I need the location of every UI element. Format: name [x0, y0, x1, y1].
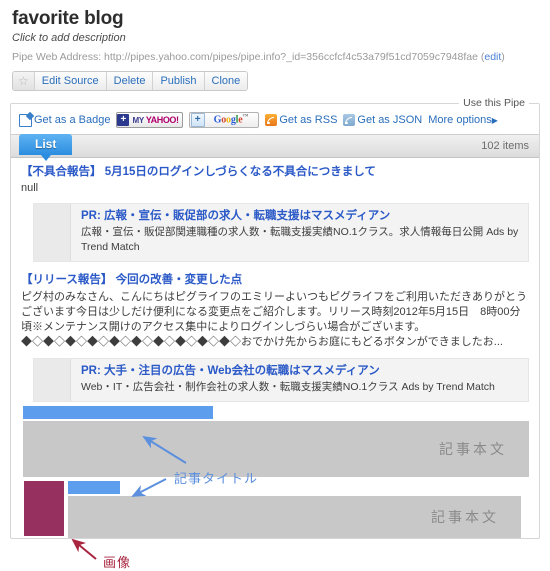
- use-this-pipe-panel: Use this Pipe Get as a Badge + MY YAHOO!…: [10, 103, 540, 539]
- placeholder-article-image: [24, 481, 64, 536]
- more-options-label: More options: [428, 114, 492, 126]
- plus-icon: +: [191, 113, 205, 127]
- layout-sample-2-right: 記事本文: [68, 481, 539, 538]
- feed-list: 【不具合報告】 5月15日のログインしづらくなる不具合につきまして null P…: [11, 158, 539, 538]
- ad-description: 広報・宣伝・販促部関連職種の求人数・転職支援実績NO.1クラス。求人情報毎日公開…: [81, 225, 522, 255]
- add-to-google-button[interactable]: + Google™: [189, 112, 260, 128]
- get-as-json-button[interactable]: Get as JSON: [343, 114, 422, 126]
- get-as-json-label: Get as JSON: [357, 114, 422, 126]
- ad-row[interactable]: PR: 大手・注目の広告・Web会社の転職はマスメディアン Web・IT・広告会…: [33, 358, 529, 402]
- page-title: favorite blog: [12, 8, 550, 30]
- tab-strip: List 102 items: [11, 134, 539, 158]
- trademark-icon: ™: [243, 114, 249, 120]
- placeholder-article-title-2: [68, 481, 120, 494]
- get-as-rss-label: Get as RSS: [279, 114, 337, 126]
- pipe-action-toolbar: ☆ Edit Source Delete Publish Clone: [12, 71, 248, 91]
- callout-article-title-label: 記事タイトル: [174, 468, 258, 487]
- publish-button[interactable]: Publish: [153, 72, 204, 90]
- placeholder-article-title-1: [23, 406, 213, 419]
- delete-button[interactable]: Delete: [107, 72, 154, 90]
- placeholder-article-body-1: 記事本文: [23, 421, 529, 477]
- feed-item-title[interactable]: 【リリース報告】 今回の改善・変更した点: [21, 273, 529, 288]
- more-options-button[interactable]: More options▶: [428, 114, 498, 126]
- my-yahoo-my-label: MY: [132, 116, 143, 125]
- get-as-rss-button[interactable]: Get as RSS: [265, 114, 337, 126]
- badge-icon: [19, 114, 32, 127]
- ad-thumbnail-placeholder: [34, 359, 71, 401]
- feed-item-title[interactable]: 【不具合報告】 5月15日のログインしづらくなる不具合につきまして: [21, 165, 529, 180]
- article-body-label-1: 記事本文: [439, 439, 529, 459]
- ad-text-block: PR: 広報・宣伝・販促部の求人・転職支援はマスメディアン 広報・宣伝・販促部関…: [71, 204, 528, 261]
- pipe-web-address: Pipe Web Address: http://pipes.yahoo.com…: [12, 51, 550, 64]
- article-body-label-2: 記事本文: [431, 507, 521, 527]
- list-item[interactable]: 【リリース報告】 今回の改善・変更した点 ピグ村のみなさん、こんにちはピグライフ…: [11, 266, 539, 354]
- pipe-description[interactable]: Click to add description: [12, 32, 550, 45]
- edit-source-button[interactable]: Edit Source: [35, 72, 107, 90]
- ad-title[interactable]: PR: 大手・注目の広告・Web会社の転職はマスメディアン: [81, 364, 495, 379]
- output-format-row: Get as a Badge + MY YAHOO! + Google™ Get…: [11, 111, 539, 134]
- clone-button[interactable]: Clone: [205, 72, 248, 90]
- ad-description: Web・IT・広告会社・制作会社の求人数・転職支援実績NO.1クラス Ads b…: [81, 380, 495, 395]
- list-item[interactable]: 【不具合報告】 5月15日のログインしづらくなる不具合につきまして null: [11, 158, 539, 199]
- plus-icon: +: [117, 114, 129, 126]
- ad-thumbnail-placeholder: [34, 204, 71, 261]
- json-feed-icon: [343, 114, 355, 126]
- get-as-badge-label: Get as a Badge: [34, 114, 110, 126]
- add-to-my-yahoo-button[interactable]: + MY YAHOO!: [116, 112, 182, 128]
- paren-close: ): [501, 51, 505, 63]
- edit-address-link[interactable]: edit: [484, 51, 501, 63]
- layout-sample-2: 記事本文: [11, 481, 539, 538]
- placeholder-article-body-2: 記事本文: [68, 496, 521, 538]
- layout-sample-1: 記事本文: [11, 406, 539, 477]
- ad-text-block: PR: 大手・注目の広告・Web会社の転職はマスメディアン Web・IT・広告会…: [71, 359, 501, 401]
- tab-list[interactable]: List: [19, 134, 72, 155]
- star-icon[interactable]: ☆: [13, 72, 35, 90]
- pipe-address-url: http://pipes.yahoo.com/pipes/pipe.info?_…: [104, 51, 478, 63]
- item-count-label: 102 items: [481, 140, 529, 152]
- page-header: favorite blog Click to add description P…: [0, 0, 550, 64]
- callout-image-label: 画像: [103, 552, 131, 571]
- chevron-right-icon: ▶: [492, 116, 498, 125]
- feed-item-body: ピグ村のみなさん、こんにちはピグライフのエミリーよいつもピグライフをご利用いただ…: [21, 290, 529, 350]
- use-this-pipe-legend: Use this Pipe: [459, 97, 529, 109]
- annotated-layout-diagram: 記事本文 記事本文: [11, 406, 539, 538]
- pipe-address-label: Pipe Web Address:: [12, 51, 101, 63]
- feed-item-body: null: [21, 181, 529, 195]
- ad-title[interactable]: PR: 広報・宣伝・販促部の求人・転職支援はマスメディアン: [81, 209, 522, 224]
- get-as-badge-button[interactable]: Get as a Badge: [19, 114, 110, 127]
- google-logo: Google™: [214, 114, 249, 125]
- rss-icon: [265, 114, 277, 126]
- ad-row[interactable]: PR: 広報・宣伝・販促部の求人・転職支援はマスメディアン 広報・宣伝・販促部関…: [33, 203, 529, 262]
- yahoo-logo: YAHOO!: [146, 115, 179, 125]
